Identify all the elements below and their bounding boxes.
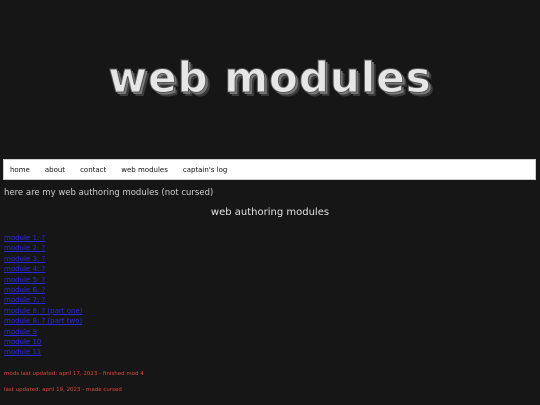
section-title: web authoring modules [210,207,330,218]
banner: web modules [0,0,540,158]
list-item: module 2: ? [4,240,83,252]
site-title: web modules [108,52,432,102]
list-item: module 1: ? [4,230,83,242]
list-item: module 6: ? [4,282,83,294]
nav-contact[interactable]: contact [80,166,106,174]
nav-home[interactable]: home [10,166,30,174]
navbar: home about contact web modules captain's… [3,159,536,180]
nav-about[interactable]: about [45,166,65,174]
list-item: module 4: ? [4,261,83,273]
update-note: last updated: april 19, 2023 - made curs… [4,387,122,393]
nav-captains-log[interactable]: captain's log [183,166,227,174]
list-item: module 3: ? [4,251,83,263]
list-item: module 10 [4,334,83,346]
intro-text: here are my web authoring modules (not c… [4,188,214,198]
module-link[interactable]: module 11 [4,348,41,356]
update-note: mods last updated: april 17, 2023 - fini… [4,371,144,377]
list-item: module 8: ? (part one) [4,303,83,315]
list-item: module 7: ? [4,292,83,304]
list-item: module 5: ? [4,272,83,284]
list-item: module 8: ? (part two) [4,313,83,325]
list-item: module 11 [4,344,83,356]
module-list: module 1: ? module 2: ? module 3: ? modu… [4,230,83,356]
nav-web-modules[interactable]: web modules [121,166,168,174]
